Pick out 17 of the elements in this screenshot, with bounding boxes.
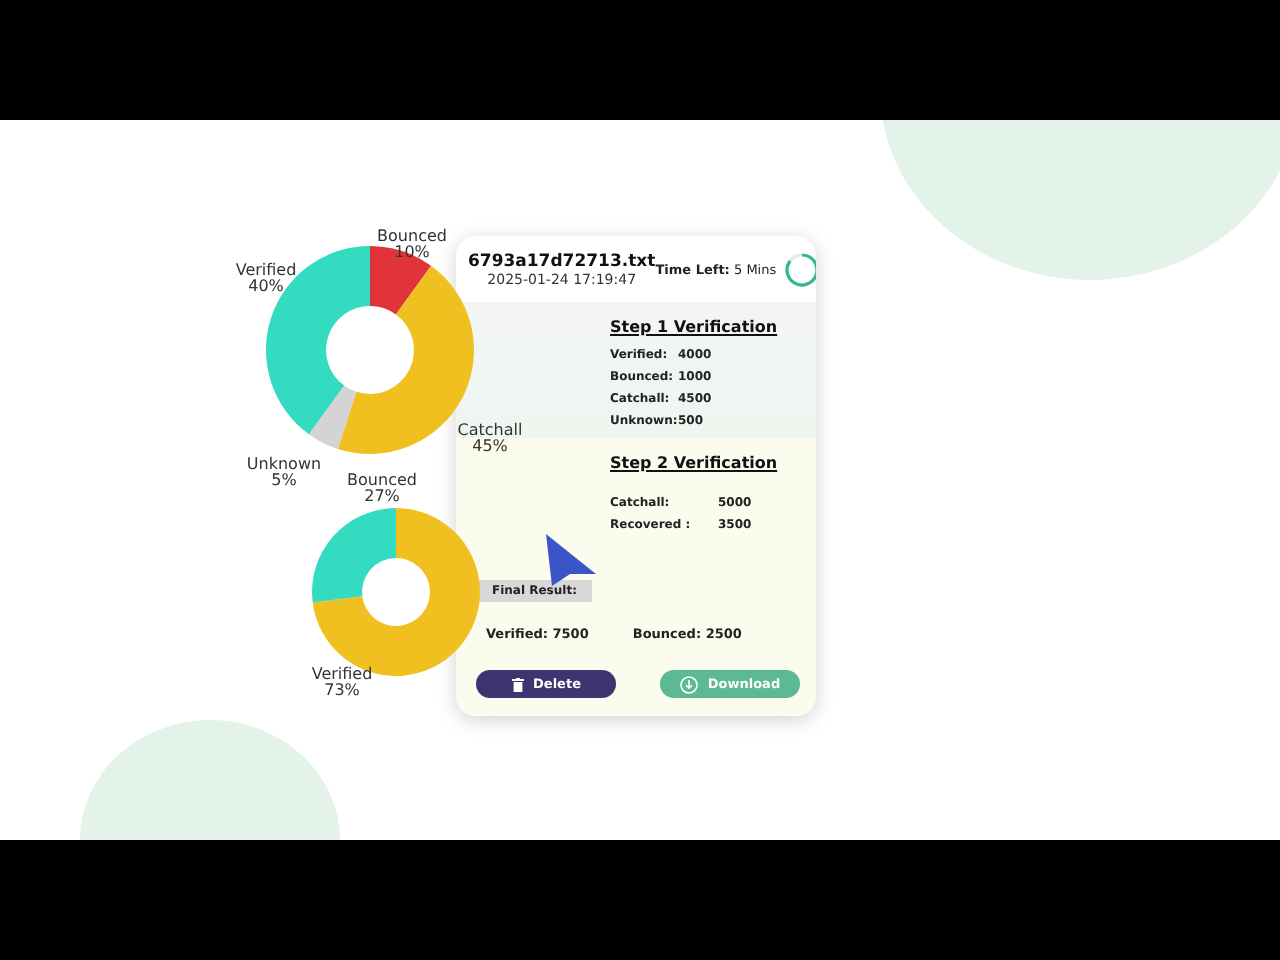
slice-label: Catchall bbox=[457, 423, 523, 440]
file-name: 6793a17d72713.txt bbox=[468, 252, 656, 272]
section-title: Step 1 Verification bbox=[610, 318, 780, 336]
slice-percent: 5% bbox=[269, 474, 299, 491]
progress-ring-icon bbox=[784, 252, 816, 288]
slice-label: Unknown bbox=[246, 457, 322, 474]
slice-percent: 27% bbox=[362, 490, 402, 507]
slice-percent: 45% bbox=[470, 440, 510, 457]
trash-icon bbox=[511, 677, 524, 691]
slice-label: Verified bbox=[311, 667, 373, 684]
slice-percent: 40% bbox=[246, 280, 286, 297]
slice-label: Bounced bbox=[347, 473, 417, 490]
slice-percent: 73% bbox=[322, 684, 362, 701]
slice-label: Bounced bbox=[377, 229, 447, 246]
slice-label: Verified bbox=[235, 263, 297, 280]
download-icon bbox=[679, 675, 698, 693]
section-title: Step 2 Verification bbox=[610, 454, 780, 472]
